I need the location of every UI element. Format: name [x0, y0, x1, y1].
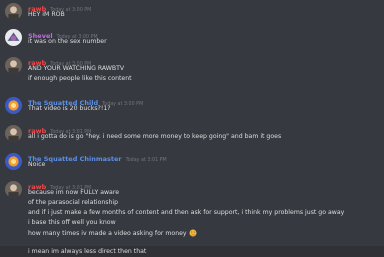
face-with-hand-over-mouth-icon — [189, 229, 197, 237]
message-text: and if i just make a few months of conte… — [28, 209, 345, 216]
avatar[interactable] — [5, 29, 22, 46]
chat-messages: rawb Today at 3:00 PM HEY iM ROB Shevel To… — [0, 0, 384, 257]
avatar[interactable] — [5, 57, 22, 74]
timestamp: Today at 3:01 PM — [125, 158, 167, 163]
message-text: HEY iM ROB — [28, 11, 65, 18]
message-text: if enough people like this content — [28, 75, 132, 82]
message-text: it was on the sex number — [28, 38, 107, 45]
message-text: i mean im always less direct then that — [28, 248, 147, 255]
avatar-image — [5, 181, 22, 198]
avatar[interactable] — [5, 153, 22, 170]
message-text: all i gotta do is go "hey. i need some m… — [28, 133, 282, 140]
avatar-image — [5, 29, 22, 46]
avatar[interactable] — [5, 181, 22, 198]
avatar-image — [5, 97, 22, 114]
avatar[interactable] — [5, 125, 22, 142]
avatar[interactable] — [5, 3, 22, 20]
message-text: That video is 20 bucks?!1? — [28, 105, 111, 112]
message-text: because im now FULLY aware — [28, 189, 120, 196]
message-text-with-emoji: how many times iv made a video asking fo… — [28, 229, 197, 238]
avatar-image — [5, 57, 22, 74]
avatar[interactable] — [5, 97, 22, 114]
message-text: AND YOUR WATCHING RAWBTV — [28, 65, 125, 72]
message-header: The Squatted Chinmaster Today at 3:01 PM — [28, 152, 167, 165]
message-text: Noice — [28, 161, 46, 168]
message-text: how many times iv made a video asking fo… — [28, 230, 187, 237]
message-text: of the parasocial relationship — [28, 199, 119, 206]
avatar-image — [5, 3, 22, 20]
avatar-image — [5, 125, 22, 142]
message-text: i base this off well you know — [28, 219, 116, 226]
avatar-image — [5, 153, 22, 170]
